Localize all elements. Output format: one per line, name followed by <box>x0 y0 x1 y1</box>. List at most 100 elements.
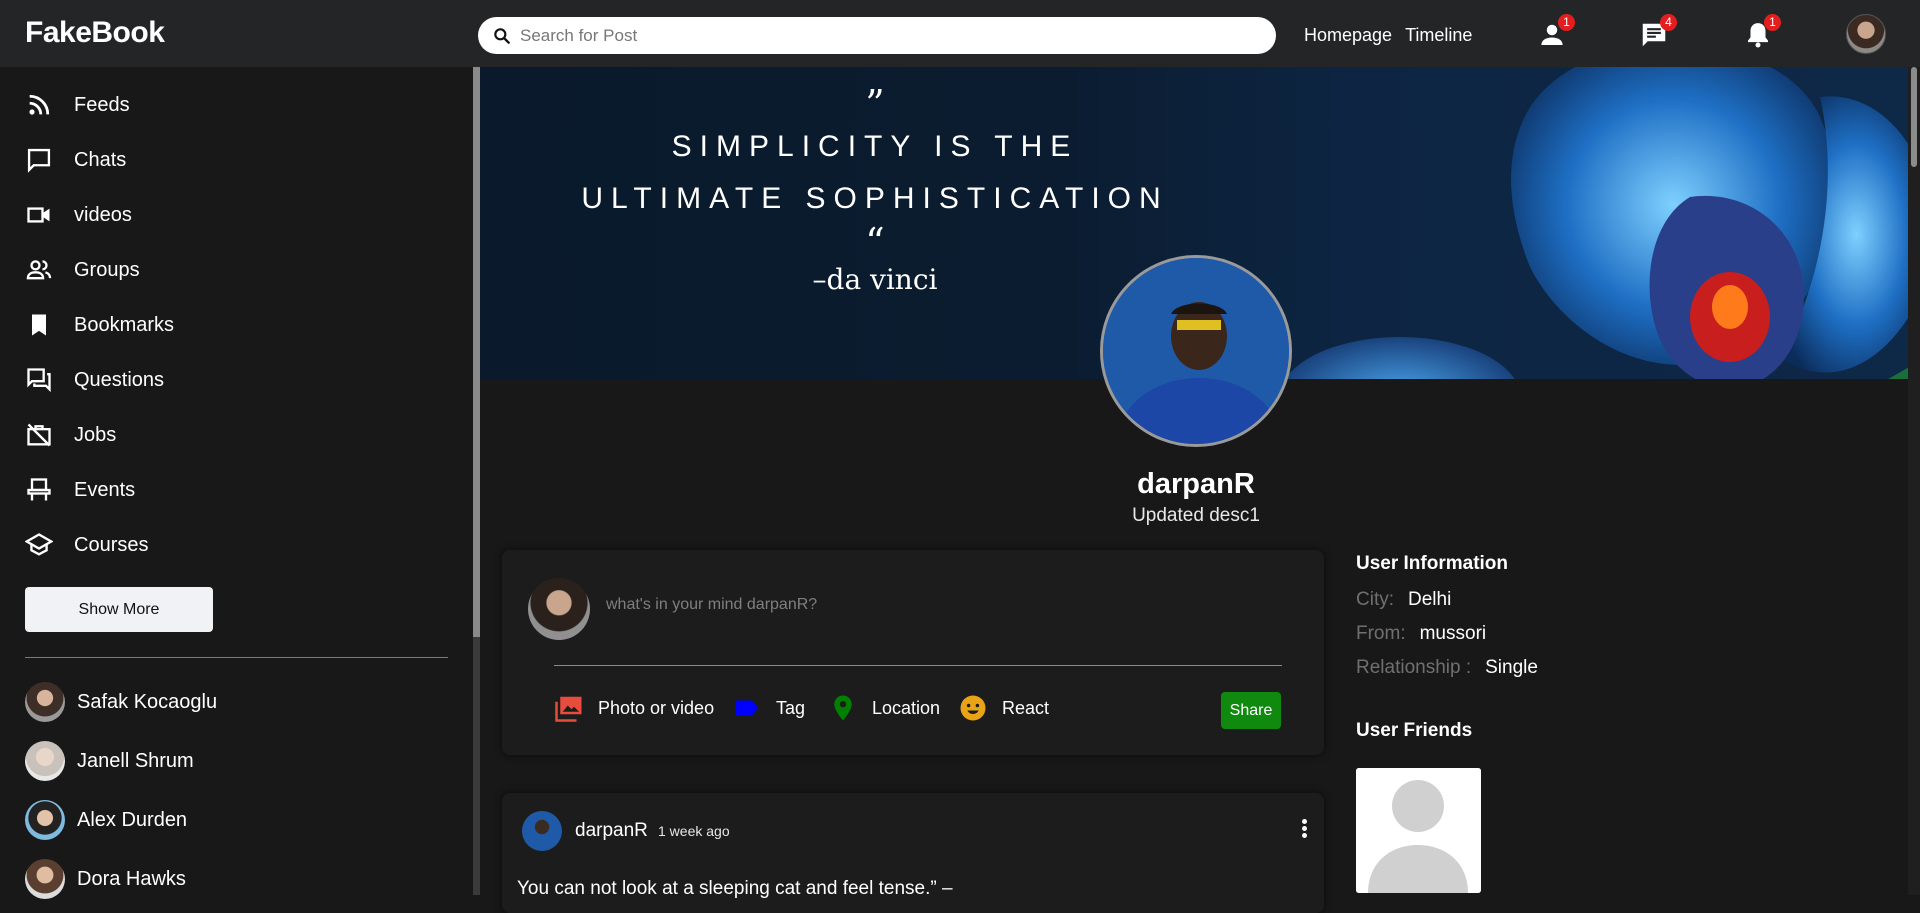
label-icon <box>735 700 759 716</box>
sidebar-item-label: Chats <box>74 148 127 171</box>
friend-name: Dora Hawks <box>77 867 186 890</box>
info-row-from: From: mussori <box>1356 623 1856 646</box>
info-key: Relationship : <box>1356 657 1472 678</box>
sidebar-item-videos[interactable]: videos <box>25 201 132 229</box>
option-label: Location <box>872 697 941 718</box>
profile-description: Updated desc1 <box>1132 505 1260 526</box>
sidebar-item-label: Questions <box>74 368 165 391</box>
user-information: User Information City: Delhi From: mussori… <box>1356 553 1856 691</box>
share-button[interactable]: Share <box>1221 692 1281 729</box>
school-icon <box>25 533 53 556</box>
friend-name: Safak Kocaoglu <box>77 690 218 713</box>
sidebar-divider <box>25 657 448 658</box>
emoji-icon <box>960 695 986 721</box>
quote-line-2: ULTIMATE SOPHISTICATION <box>581 182 1169 215</box>
friend-name: Janell Shrum <box>77 749 194 772</box>
quote-close-mark: “ <box>865 220 885 264</box>
info-value: Single <box>1485 657 1538 678</box>
user-friend-card[interactable] <box>1356 768 1481 893</box>
rss-icon <box>29 94 50 115</box>
profile-photo <box>1103 258 1289 444</box>
location-icon <box>834 695 852 721</box>
quote-author: –da vinci <box>812 263 938 296</box>
sidebar-item-bookmarks[interactable]: Bookmarks <box>25 311 174 339</box>
chat-icon <box>27 148 51 173</box>
avatar <box>528 578 590 640</box>
notifications-badge: 1 <box>1764 14 1781 31</box>
info-row-city: City: Delhi <box>1356 589 1856 612</box>
event-icon <box>27 478 51 501</box>
nav-link-timeline[interactable]: Timeline <box>1405 25 1472 46</box>
friend-requests-button[interactable]: 1 <box>1537 14 1575 50</box>
sidebar-item-questions[interactable]: Questions <box>25 366 164 394</box>
avatar <box>25 741 65 781</box>
group-icon <box>26 260 52 280</box>
messages-badge: 4 <box>1660 14 1677 31</box>
sidebar-item-feeds[interactable]: Feeds <box>25 91 130 119</box>
friend-item[interactable]: Janell Shrum <box>25 741 194 781</box>
profile-name: darpanR <box>1137 468 1255 500</box>
friend-item[interactable]: Alex Durden <box>25 800 187 840</box>
sidebar-item-courses[interactable]: Courses <box>25 531 148 559</box>
page-scrollbar-thumb[interactable] <box>1911 67 1917 167</box>
search-input[interactable] <box>520 25 1220 46</box>
location-option[interactable]: Location <box>828 693 940 723</box>
post-card: darpanR 1 week ago You can not look at a… <box>502 793 1324 913</box>
avatar <box>25 800 65 840</box>
user-info-title: User Information <box>1356 553 1509 574</box>
user-friends-title: User Friends <box>1356 720 1473 741</box>
info-value: mussori <box>1419 623 1487 644</box>
top-bar: FakeBook Homepage Timeline 1 4 1 <box>0 0 1920 67</box>
photo-or-video-option[interactable]: Photo or video <box>554 693 714 723</box>
avatar <box>25 859 65 899</box>
page-scrollbar[interactable] <box>1908 67 1920 895</box>
option-label: Tag <box>776 697 806 718</box>
friend-name: Alex Durden <box>77 808 188 831</box>
default-avatar-icon <box>1356 768 1481 893</box>
info-row-relationship: Relationship : Single <box>1356 657 1856 680</box>
sidebar-scrollbar[interactable] <box>473 67 480 895</box>
search-icon <box>494 27 510 44</box>
video-icon <box>27 207 50 223</box>
sidebar-scrollbar-thumb[interactable] <box>473 67 480 637</box>
info-key: City: <box>1356 589 1394 610</box>
friend-requests-badge: 1 <box>1558 14 1575 31</box>
more-options-icon[interactable] <box>1298 817 1310 845</box>
photo-icon <box>555 696 582 722</box>
profile-picture[interactable] <box>1100 255 1292 447</box>
quote-line-1: SIMPLICITY IS THE <box>671 130 1079 163</box>
cover-quote: ” SIMPLICITY IS THE ULTIMATE SOPHISTICAT… <box>550 85 1200 296</box>
user-avatar[interactable] <box>1846 14 1886 54</box>
post-composer: Photo or video Tag Location React Share <box>502 550 1324 755</box>
messages-button[interactable]: 4 <box>1639 14 1677 50</box>
sidebar: Feeds Chats videos Groups Bookmarks Ques… <box>0 67 473 899</box>
notifications-button[interactable]: 1 <box>1743 14 1781 50</box>
composer-divider <box>554 665 1282 666</box>
react-option[interactable]: React <box>958 693 1049 723</box>
sidebar-item-label: Events <box>74 478 136 501</box>
sidebar-item-label: Groups <box>74 258 140 281</box>
sidebar-item-jobs[interactable]: Jobs <box>25 421 116 449</box>
sidebar-item-label: videos <box>74 203 132 226</box>
sidebar-item-groups[interactable]: Groups <box>25 256 140 284</box>
post-time: 1 week ago <box>658 823 730 839</box>
post-input[interactable] <box>606 596 1206 614</box>
nav-link-homepage[interactable]: Homepage <box>1304 25 1392 46</box>
friend-item[interactable]: Safak Kocaoglu <box>25 682 217 722</box>
info-key: From: <box>1356 623 1406 644</box>
info-value: Delhi <box>1408 589 1452 610</box>
logo[interactable]: FakeBook <box>25 16 165 50</box>
tag-option[interactable]: Tag <box>732 693 805 723</box>
bookmark-icon <box>32 314 46 336</box>
option-label: Photo or video <box>598 697 715 718</box>
show-more-button[interactable]: Show More <box>25 587 213 632</box>
avatar <box>25 682 65 722</box>
post-author[interactable]: darpanR <box>575 820 648 842</box>
nav-links: Homepage Timeline <box>1304 25 1472 46</box>
sidebar-item-events[interactable]: Events <box>25 476 135 504</box>
option-label: React <box>1002 697 1050 718</box>
avatar[interactable] <box>522 811 562 851</box>
search-bar[interactable] <box>478 17 1276 54</box>
friend-item[interactable]: Dora Hawks <box>25 859 186 899</box>
sidebar-item-chats[interactable]: Chats <box>25 146 126 174</box>
